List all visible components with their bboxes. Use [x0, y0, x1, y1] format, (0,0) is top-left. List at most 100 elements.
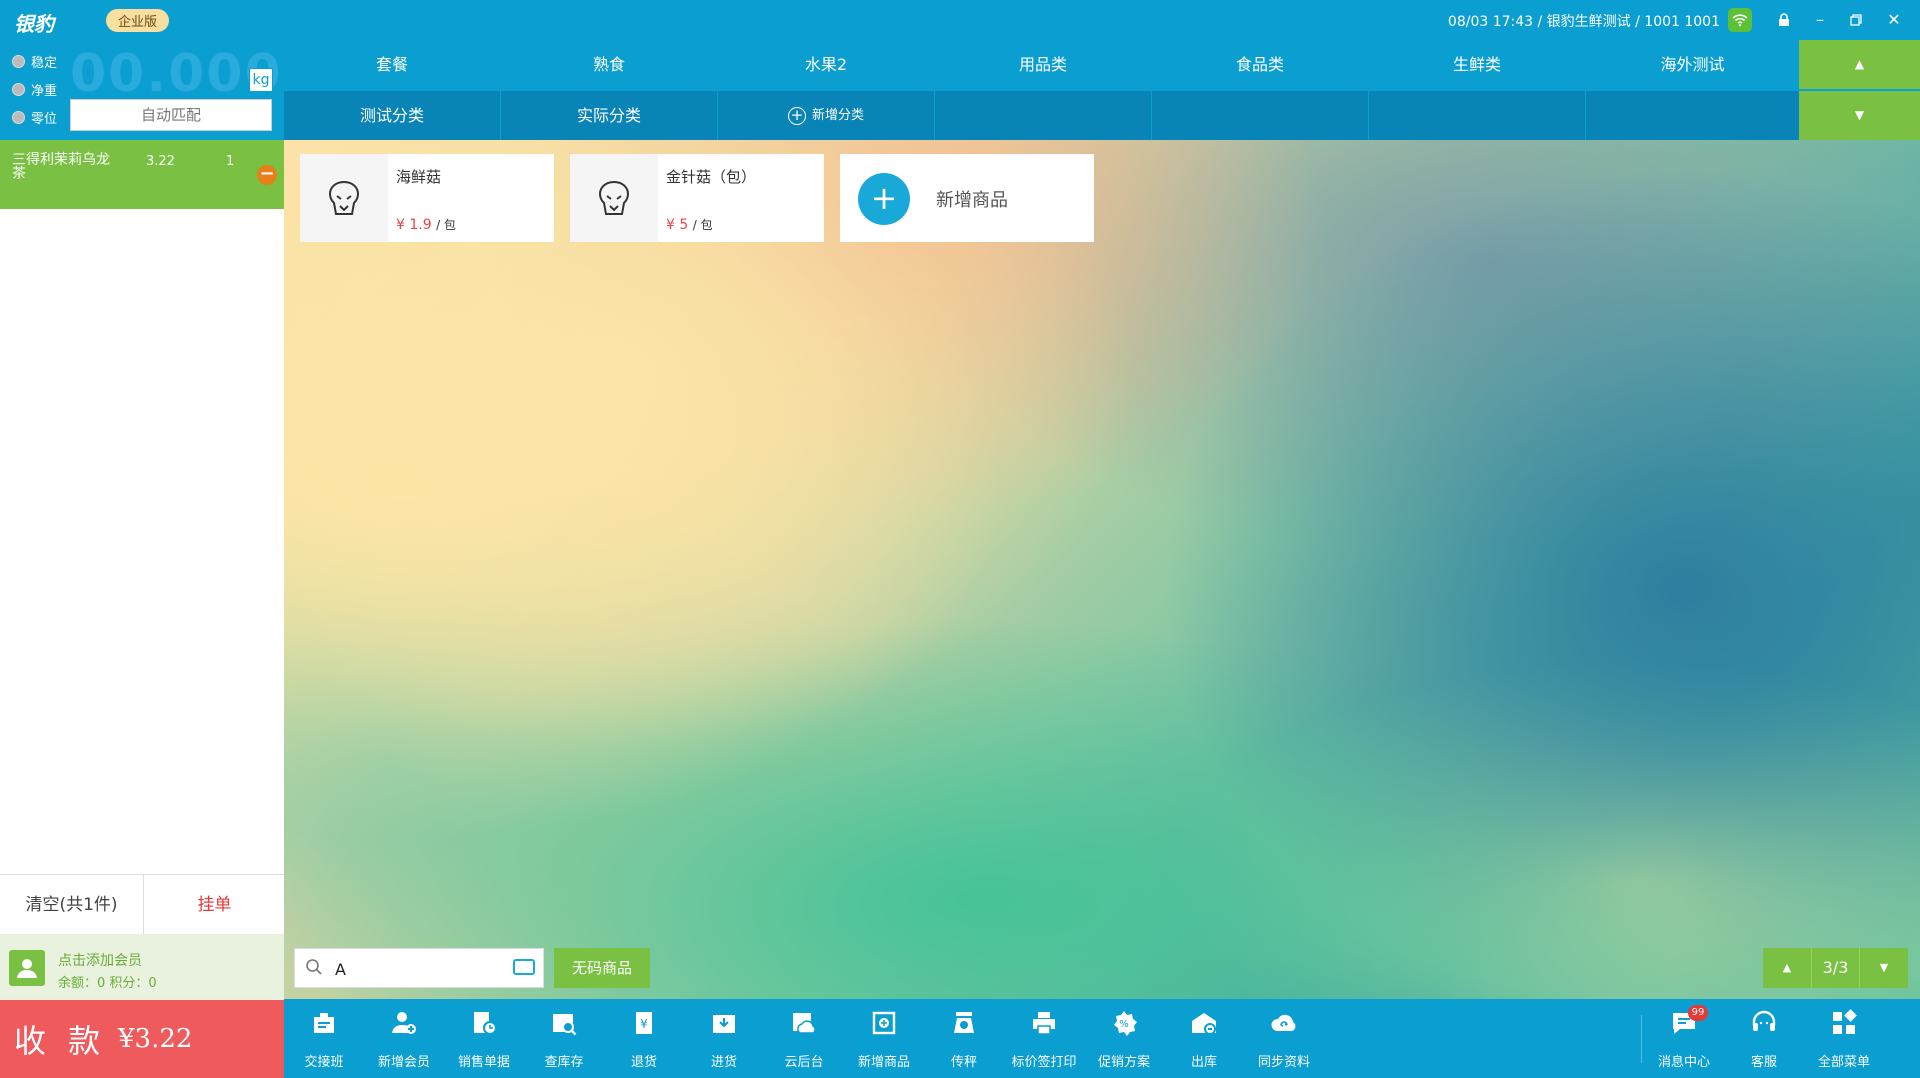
category-tab[interactable]: 海外测试 — [1586, 40, 1799, 89]
product-card[interactable]: 海鲜菇 ¥ 1.9 / 包 — [300, 154, 554, 242]
printer-icon — [1033, 1012, 1055, 1035]
category-tab[interactable]: 水果2 — [718, 40, 934, 89]
cart-item-price: 3.22 — [146, 154, 175, 169]
all-menu-button[interactable]: 全部菜单 — [1804, 999, 1884, 1078]
add-product-icon — [872, 1011, 896, 1035]
pager: ▲ 3/3 ▼ — [1763, 948, 1908, 988]
label-print-button[interactable]: 标价签打印 — [1004, 999, 1084, 1078]
category-empty-slot — [935, 91, 1151, 140]
category-empty-slot — [1152, 91, 1368, 140]
message-center-button[interactable]: 99 消息中心 — [1644, 999, 1724, 1078]
category-tab[interactable]: 用品类 — [935, 40, 1151, 89]
add-product-label: 新增商品 — [936, 190, 1008, 211]
hold-order-button[interactable]: 挂单 — [145, 875, 284, 935]
category-tab[interactable]: 测试分类 — [284, 91, 500, 140]
outbound-button[interactable]: 出库 — [1164, 999, 1244, 1078]
member-panel[interactable]: 点击添加会员 余额：0 积分：0 — [0, 934, 284, 1000]
unread-badge: 99 — [1688, 1005, 1708, 1021]
cart-item[interactable]: 三得利茉莉乌龙茶 3.22 1 − — [0, 140, 284, 209]
clear-cart-button[interactable]: 清空(共1件) — [0, 875, 144, 935]
sales-receipts-button[interactable]: 销售单据 — [444, 999, 524, 1078]
category-empty-slot — [1369, 91, 1585, 140]
left-panel: 稳定 净重 零位 00.000 kg 自动匹配 三得利茉莉乌龙茶 3.22 1 … — [0, 40, 284, 1078]
svg-text:¥: ¥ — [640, 1017, 648, 1031]
category-up-icon[interactable]: ▲ — [1799, 40, 1920, 89]
category-tab[interactable]: 实际分类 — [501, 91, 717, 140]
promotion-button[interactable]: % 促销方案 — [1084, 999, 1164, 1078]
receipt-icon — [474, 1012, 497, 1035]
cloud-sync-icon — [1271, 1014, 1296, 1031]
grid-menu-icon — [1833, 1009, 1857, 1034]
member-avatar-icon — [9, 950, 45, 986]
return-button[interactable]: ¥ 退货 — [604, 999, 684, 1078]
cart-actions: 清空(共1件) 挂单 — [0, 874, 284, 935]
title-bar: 银豹 企业版 08/03 17:43 / 银豹生鲜测试 / 1001 1001 … — [0, 0, 1920, 40]
page-up-icon[interactable]: ▲ — [1763, 948, 1811, 988]
sync-data-button[interactable]: 同步资料 — [1244, 999, 1324, 1078]
bottom-toolbar: 交接班 新增会员 销售单据 查库存 ¥ 退货 进货 云后台 新增商品 传秤 标价… — [284, 999, 1920, 1078]
status-dot-icon — [12, 111, 25, 124]
page-indicator: 3/3 — [1811, 948, 1860, 988]
restore-icon[interactable] — [1844, 8, 1868, 32]
add-category-button[interactable]: + 新增分类 — [718, 91, 934, 140]
add-user-icon — [392, 1012, 416, 1034]
category-tab[interactable]: 生鲜类 — [1369, 40, 1585, 89]
send-to-scale-button[interactable]: 传秤 — [924, 999, 1004, 1078]
svg-text:%: % — [1119, 1019, 1129, 1030]
product-placeholder-icon — [570, 154, 658, 242]
toolbar-divider — [1641, 1015, 1642, 1063]
indicator-stable: 稳定 — [12, 52, 57, 71]
add-member-button[interactable]: 新增会员 — [364, 999, 444, 1078]
category-down-icon[interactable]: ▼ — [1799, 91, 1920, 140]
scale-panel: 稳定 净重 零位 00.000 kg 自动匹配 — [0, 40, 284, 140]
new-product-button[interactable]: 新增商品 — [844, 999, 924, 1078]
member-balance: 余额：0 积分：0 — [58, 976, 157, 991]
add-member-link[interactable]: 点击添加会员 — [58, 950, 142, 970]
remove-item-icon[interactable]: − — [257, 165, 277, 185]
search-box — [294, 948, 544, 988]
indicator-net: 净重 — [12, 80, 57, 99]
product-placeholder-icon — [300, 154, 388, 242]
checkout-amount: ¥3.22 — [118, 1024, 193, 1054]
category-tab[interactable]: 食品类 — [1152, 40, 1368, 89]
shift-icon — [314, 1013, 334, 1033]
category-tab[interactable]: 套餐 — [284, 40, 500, 89]
product-price: ¥ 1.9 / 包 — [396, 217, 456, 233]
edition-badge: 企业版 — [106, 9, 170, 32]
keyboard-icon[interactable] — [513, 959, 535, 975]
close-icon[interactable]: ✕ — [1882, 8, 1906, 32]
wifi-icon[interactable] — [1728, 8, 1752, 32]
inbox-icon — [713, 1015, 735, 1033]
purchase-button[interactable]: 进货 — [684, 999, 764, 1078]
no-barcode-button[interactable]: 无码商品 — [554, 948, 650, 988]
return-icon: ¥ — [636, 1012, 652, 1034]
check-stock-button[interactable]: 查库存 — [524, 999, 604, 1078]
cart-item-qty: 1 — [226, 154, 235, 169]
category-tab[interactable]: 熟食 — [501, 40, 717, 89]
customer-service-button[interactable]: 客服 — [1724, 999, 1804, 1078]
discount-icon: % — [1114, 1011, 1137, 1036]
product-price: ¥ 5 / 包 — [666, 217, 713, 233]
headset-icon — [1752, 1010, 1776, 1031]
warehouse-icon — [1192, 1013, 1216, 1035]
minimize-icon[interactable]: – — [1808, 8, 1832, 32]
add-product-card[interactable]: + 新增商品 — [840, 154, 1094, 242]
status-dot-icon — [12, 55, 25, 68]
product-name: 海鲜菇 — [396, 168, 442, 186]
search-input[interactable] — [335, 957, 495, 981]
add-icon: + — [858, 173, 910, 225]
lock-icon[interactable] — [1772, 8, 1796, 32]
search-icon — [305, 958, 323, 980]
checkout-label: 收 款 — [14, 1022, 107, 1060]
category-bar: 套餐 熟食 水果2 用品类 食品类 生鲜类 海外测试 ▲ 测试分类 实际分类 +… — [284, 40, 1920, 140]
cloud-backend-button[interactable]: 云后台 — [764, 999, 844, 1078]
auto-match-button[interactable]: 自动匹配 — [70, 99, 272, 131]
product-area: 海鲜菇 ¥ 1.9 / 包 金针菇（包） ¥ 5 / 包 + 新增商品 无码商品… — [284, 140, 1920, 999]
category-empty-slot — [1586, 91, 1799, 140]
unit-button[interactable]: kg — [249, 68, 273, 92]
page-down-icon[interactable]: ▼ — [1860, 948, 1908, 988]
checkout-button[interactable]: 收 款 ¥3.22 — [0, 1000, 284, 1078]
status-dot-icon — [12, 83, 25, 96]
shift-handover-button[interactable]: 交接班 — [284, 999, 364, 1078]
product-card[interactable]: 金针菇（包） ¥ 5 / 包 — [570, 154, 824, 242]
